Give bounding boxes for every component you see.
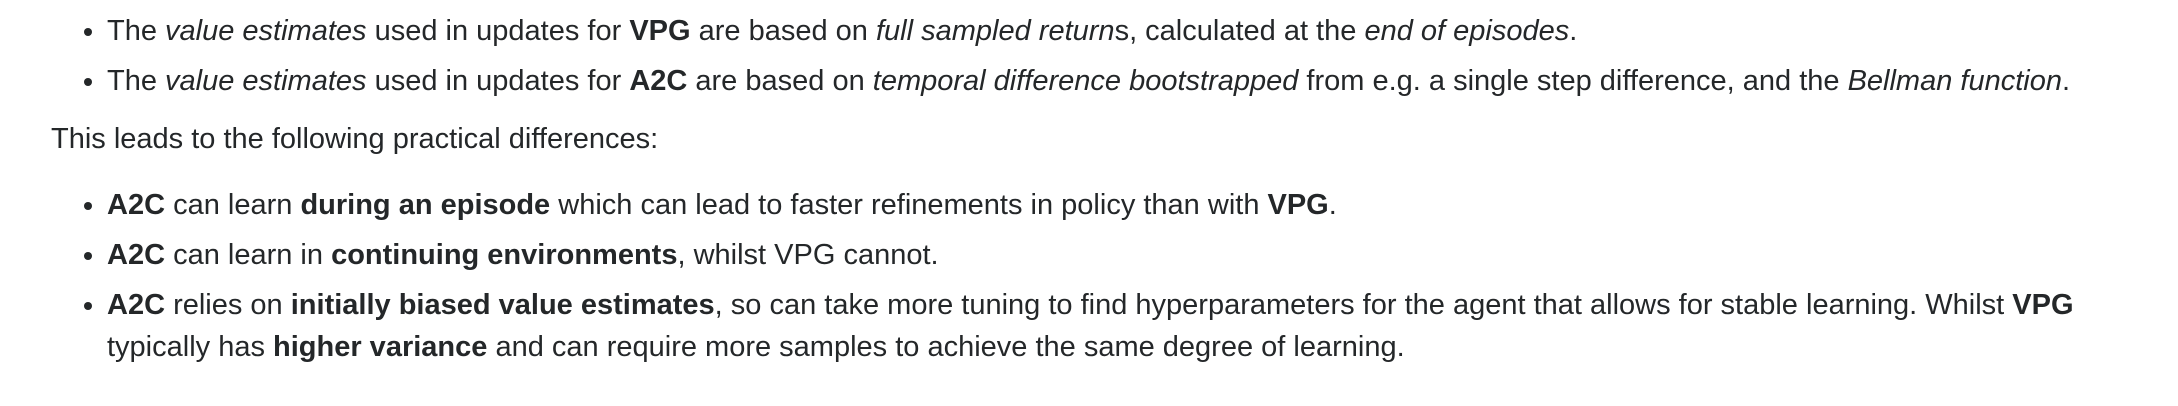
bold-text: during an episode [300,189,551,221]
text-run: which can lead to faster refinements in … [550,189,1268,221]
text-run: used in updates for [366,15,630,47]
bold-text: continuing environments [331,239,678,271]
list-item: A2C can learn during an episode which ca… [107,184,2158,226]
bold-text: higher variance [273,331,488,363]
text-run: typically has [107,331,274,363]
update-basis-list: The value estimates used in updates for … [51,10,2158,102]
list-item: A2C can learn in continuing environments… [107,234,2158,276]
text-run: s, calculated at the [1114,15,1365,47]
intro-paragraph: This leads to the following practical di… [51,123,659,155]
text-run: can learn [165,189,301,221]
italic-text: Bellman function [1847,65,2062,97]
italic-text: end of episodes [1364,15,1570,47]
text-run: can learn in [165,239,332,271]
italic-text: value estimates [165,15,367,47]
bold-text: VPG [1267,189,1329,221]
text-run: The [107,15,166,47]
bold-text: A2C [629,65,688,97]
text-run: , so can take more tuning to find hyperp… [714,289,2013,321]
text-run: are based on [690,15,876,47]
list-item: The value estimates used in updates for … [107,10,2158,52]
document-body: The value estimates used in updates for … [0,0,2178,368]
text-run: The [107,65,166,97]
bold-text: initially biased value estimates [290,289,715,321]
italic-text: temporal difference bootstrapped [872,65,1299,97]
text-run: relies on [165,289,291,321]
text-run: . [1569,15,1578,47]
bold-text: A2C [107,239,166,271]
bold-text: A2C [107,189,166,221]
bold-text: VPG [629,15,691,47]
text-run: from e.g. a single step difference, and … [1298,65,1848,97]
text-run: . [2061,65,2071,97]
list-item: A2C relies on initially biased value est… [107,284,2158,368]
list-item: The value estimates used in updates for … [107,60,2158,102]
practical-differences-list: A2C can learn during an episode which ca… [51,184,2158,368]
text-run: are based on [687,65,873,97]
bold-text: A2C [107,289,166,321]
text-run: and can require more samples to achieve … [487,331,1405,363]
text-run: , whilst VPG cannot. [677,239,939,271]
text-run: . [1328,189,1337,221]
italic-text: full sampled return [876,15,1115,47]
italic-text: value estimates [165,65,367,97]
bold-text: VPG [2012,289,2074,321]
text-run: used in updates for [366,65,630,97]
